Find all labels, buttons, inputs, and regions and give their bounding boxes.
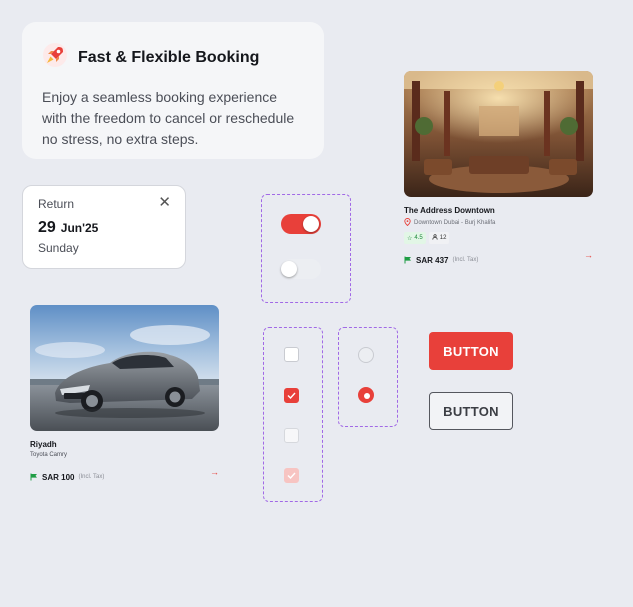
checkbox-checked[interactable] <box>284 388 299 403</box>
car-image[interactable] <box>30 305 219 431</box>
date-day: 29 <box>38 219 56 236</box>
hotel-image[interactable] <box>404 71 593 197</box>
date-weekday: Sunday <box>38 241 79 255</box>
location-pin-icon <box>404 218 411 228</box>
date-label: Return <box>38 197 75 211</box>
guests-badge: 12 <box>428 232 450 244</box>
rating-value: 4.5 <box>414 235 423 241</box>
hotel-location-text: Downtown Dubai - Burj Khalifa <box>414 220 496 226</box>
hotel-tax-note: (Incl. Tax) <box>452 257 479 263</box>
guests-icon <box>432 234 438 242</box>
toggle-knob <box>303 216 319 232</box>
car-tax-note: (Incl. Tax) <box>78 474 105 480</box>
feature-title: Fast & Flexible Booking <box>78 48 260 66</box>
car-city[interactable]: Riyadh <box>30 440 57 449</box>
date-month-year: Jun'25 <box>60 221 99 235</box>
feature-card: Fast & Flexible Booking Enjoy a seamless… <box>22 22 324 159</box>
checkbox-group <box>263 327 323 502</box>
check-icon <box>287 472 296 479</box>
checkbox-checked-disabled[interactable] <box>284 468 299 483</box>
checkbox-unchecked[interactable] <box>284 347 299 362</box>
radio-selected[interactable] <box>358 387 374 403</box>
toggle-group <box>261 194 351 303</box>
toggle-off[interactable] <box>281 259 321 279</box>
hotel-price: SAR 437 <box>416 255 449 265</box>
guests-value: 12 <box>439 235 447 241</box>
car-price-row: SAR 100 (Incl. Tax) <box>30 468 104 486</box>
feature-description: Enjoy a seamless booking experience with… <box>42 89 295 147</box>
check-icon <box>287 392 296 399</box>
outline-button[interactable]: BUTTON <box>429 392 513 430</box>
return-date-card[interactable]: Return ✕ 29 Jun'25 Sunday <box>22 185 186 269</box>
checkbox-disabled[interactable] <box>284 428 299 443</box>
car-arrow-right-icon[interactable]: → <box>210 467 219 477</box>
primary-button[interactable]: BUTTON <box>429 332 513 370</box>
radio-group <box>338 327 398 427</box>
hotel-arrow-right-icon[interactable]: → <box>584 250 593 260</box>
flag-icon <box>404 251 412 269</box>
close-icon[interactable]: ✕ <box>158 195 171 210</box>
toggle-on[interactable] <box>281 214 321 234</box>
radio-unselected[interactable] <box>358 347 374 363</box>
rocket-icon <box>42 42 68 73</box>
car-price: SAR 100 <box>42 472 75 482</box>
toggle-knob <box>281 261 297 277</box>
hotel-badges: ☆ 4.5 12 <box>404 232 450 244</box>
car-model: Toyota Camry <box>30 452 68 458</box>
hotel-location: Downtown Dubai - Burj Khalifa <box>404 218 495 228</box>
hotel-name[interactable]: The Address Downtown <box>404 206 495 215</box>
rating-badge: ☆ 4.5 <box>404 232 426 244</box>
star-icon: ☆ <box>407 235 413 242</box>
flag-icon <box>30 468 38 486</box>
hotel-price-row: SAR 437 (Incl. Tax) <box>404 251 478 269</box>
